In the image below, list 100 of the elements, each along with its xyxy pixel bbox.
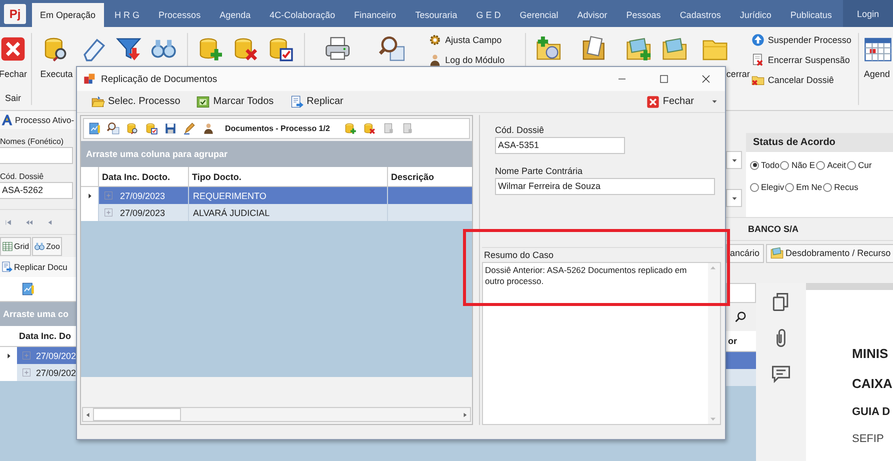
comment-icon[interactable] [770,363,792,385]
menu-tab[interactable]: Jurídico [732,3,780,27]
folder-document-icon[interactable] [580,35,608,63]
database-remove-icon[interactable] [362,122,376,135]
dropdown-button[interactable] [726,189,742,207]
folder-image-add-icon[interactable] [625,35,653,63]
folder-image-icon[interactable] [660,35,688,63]
filter-icon[interactable] [115,35,142,63]
module-log-button[interactable]: Log do Módulo [428,53,514,67]
person-icon[interactable] [202,122,215,135]
radio-option[interactable]: Em Ne [785,182,822,192]
table-row[interactable]: 27/09/202 [0,347,76,364]
previous-page-icon[interactable] [25,218,34,226]
menu-tab[interactable]: 4C-Colaboração [262,3,344,27]
party-name-field[interactable]: Wilmar Ferreira de Souza [495,178,715,195]
page-icon[interactable] [382,122,395,135]
maximize-icon[interactable] [658,73,670,85]
search-icon[interactable] [107,122,120,135]
column-header[interactable]: Data Inc. Docto. [98,167,188,186]
radio-option[interactable]: Não E [780,160,816,170]
menu-tab[interactable]: Gerencial [512,3,566,27]
calendar-icon[interactable] [864,35,892,63]
menu-tab[interactable]: Em Operação [32,3,104,27]
report-icon[interactable] [21,282,35,296]
pen-icon[interactable] [183,122,196,135]
select-process-button[interactable]: Selec. Processo [91,94,180,108]
folder-icon [91,94,105,108]
gear-icon [428,33,442,47]
column-header[interactable]: or [726,336,737,346]
grid-button[interactable]: Grid [0,236,32,256]
table-row[interactable]: 27/09/2023 REQUERIMENTO [81,187,472,204]
table-cell: 27/09/2023 [120,190,166,200]
close-label[interactable]: Fechar [0,69,28,79]
search-input[interactable] [726,283,756,303]
bank-button[interactable]: ancário [726,244,764,262]
close-icon[interactable] [700,73,712,85]
radio-option[interactable]: Aceit [816,160,846,170]
menu-tab[interactable]: Pessoas [618,3,669,27]
column-header[interactable]: Descrição [387,167,472,186]
menu-tab[interactable]: H R G [106,3,148,27]
close-case-label[interactable]: cerrar [726,69,750,79]
radio-option[interactable]: Recus [823,182,858,192]
names-field[interactable] [0,147,73,164]
group-hint: Arraste uma coluna para agrupar [86,149,228,159]
group-hint: Arraste uma co [3,309,69,319]
radio-option[interactable]: Cur [846,160,872,170]
replicate-button[interactable]: Replicar [290,94,344,108]
status-title: Status de Acordo [752,136,836,150]
radio-option[interactable]: Todo [750,160,780,170]
menu-tab[interactable]: Tesouraria [407,3,466,27]
close-button[interactable]: Fechar [646,94,694,108]
replicate-documents-button[interactable]: Replicar Docu [0,257,76,277]
menu-tab[interactable]: Advisor [569,3,616,27]
column-header[interactable]: Tipo Docto. [188,167,387,186]
suspend-button[interactable]: Suspender Processo [750,33,851,47]
login-tab[interactable]: Login [842,0,893,27]
database-check-icon[interactable] [267,35,295,63]
document-line: CAIXA [852,376,893,391]
document-line: SEFIP [852,433,885,445]
dossier-field[interactable]: ASA-5351 [495,137,625,154]
menu-tab[interactable]: Processos [150,3,209,27]
dossier-label: Cód. Dossiê [0,172,45,181]
dropdown-button[interactable] [726,151,742,169]
database-search-icon[interactable] [126,122,139,135]
table-cell: 27/09/202 [36,368,76,378]
menu-tab[interactable]: Publicatus [782,3,840,27]
menu-tab[interactable]: Cadastros [672,3,729,27]
appeal-button[interactable]: Desdobramento / Recurso [766,244,893,262]
report-icon[interactable] [88,122,101,135]
end-suspension-button[interactable]: Encerrar Suspensão [750,53,851,67]
adjust-field-button[interactable]: Ajusta Campo [428,33,514,47]
zoom-button[interactable]: Zoo [32,236,62,256]
mark-all-button[interactable]: Marcar Todos [196,94,274,108]
execute-label[interactable]: Executa [40,69,73,79]
dossier-field[interactable]: ASA-5262 [0,182,73,199]
document-remove-icon [750,53,765,67]
first-page-icon[interactable] [4,218,13,226]
document-line: MINIS [852,346,890,361]
save-icon[interactable] [164,122,177,135]
printer-icon[interactable] [324,35,351,63]
menu-tab[interactable]: G E D [468,3,509,27]
search-icon[interactable] [734,310,748,324]
horizontal-scrollbar[interactable] [82,407,471,422]
agenda-label[interactable]: Agend [864,69,890,79]
row-pointer-icon [86,192,94,200]
menu-tab[interactable]: Agenda [212,3,259,27]
grid-caption: Documentos - Processo 1/2 [225,124,330,133]
search-icon[interactable] [378,35,406,63]
menu-tab[interactable]: Financeiro [346,3,404,27]
database-add-icon[interactable] [344,122,357,135]
database-remove-icon[interactable] [232,35,260,63]
document-line: GUIA D [852,406,892,418]
table-row[interactable]: 27/09/2023 ALVARÁ JUDICIAL [81,204,472,221]
database-check-icon[interactable] [145,122,158,135]
folder-add-icon[interactable] [534,35,562,63]
radio-option[interactable]: Elegiv [750,182,784,192]
bank-name: BANCO S/A [748,224,799,234]
page-icon[interactable] [400,122,414,135]
table-row[interactable]: 27/09/202 [0,364,76,381]
cancel-dossier-button[interactable]: Cancelar Dossiê [750,73,851,87]
